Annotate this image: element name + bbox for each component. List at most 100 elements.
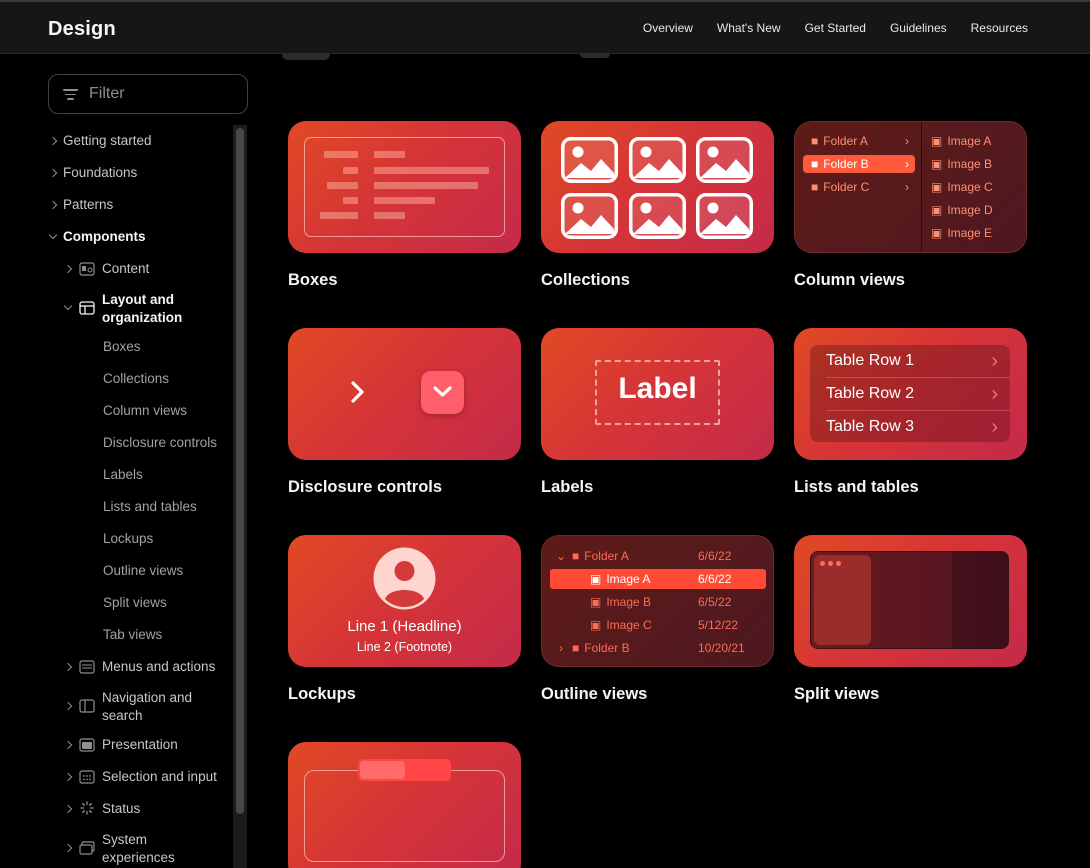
chevron-down-icon — [63, 301, 73, 311]
column-image-row: ▣ Image B — [931, 157, 993, 171]
sidebar-item-navigation-and-search[interactable]: Navigation and search — [102, 689, 192, 725]
nav-whats-new[interactable]: What's New — [717, 21, 781, 35]
chevron-right-icon — [48, 168, 58, 178]
chevron-down-icon — [48, 230, 58, 240]
card-labels[interactable]: Label — [541, 328, 774, 460]
sidebar-item-lists-and-tables[interactable]: Lists and tables — [103, 499, 197, 514]
nav-get-started[interactable]: Get Started — [805, 21, 866, 35]
card-split-views[interactable] — [794, 535, 1027, 667]
chevron-right-icon: › — [991, 382, 998, 405]
sidebar-item-layout-and-organization[interactable]: Layout and organization — [102, 291, 182, 327]
chevron-right-icon: › — [905, 180, 909, 194]
calendar-icon — [79, 770, 95, 784]
card-title-disclosure-controls[interactable]: Disclosure controls — [288, 478, 442, 497]
sidebar-item-content[interactable]: Content — [102, 261, 149, 276]
nav-overview[interactable]: Overview — [643, 21, 693, 35]
sidebar-item-lockups[interactable]: Lockups — [103, 531, 153, 546]
sidebar-item-column-views[interactable]: Column views — [103, 403, 187, 418]
card-boxes[interactable] — [288, 121, 521, 253]
column-folder-row-selected: ■ Folder B › — [803, 155, 915, 173]
nav-resources[interactable]: Resources — [971, 21, 1028, 35]
outline-row: ⌄ ■ Folder A 6/6/22 — [550, 546, 766, 566]
sidebar-item-disclosure-controls[interactable]: Disclosure controls — [103, 435, 217, 450]
card-lists-and-tables[interactable]: Table Row 1 › Table Row 2 › Table Row 3 › — [794, 328, 1027, 460]
sidebar-item-system-experiences[interactable]: System experiences — [102, 831, 175, 867]
spinner-icon — [80, 801, 94, 815]
chevron-right-icon — [63, 772, 73, 782]
menu-icon — [79, 660, 95, 674]
sidebar-item-patterns[interactable]: Patterns — [63, 197, 113, 212]
disclosure-button-illustration — [421, 371, 464, 414]
card-column-views[interactable]: ■ Folder A › ■ Folder B › ■ Folder C › ▣ Image … — [794, 121, 1027, 253]
sidebar-item-getting-started[interactable]: Getting started — [63, 133, 152, 148]
sidebar-item-foundations[interactable]: Foundations — [63, 165, 137, 180]
chevron-right-icon: › — [991, 349, 998, 372]
card-title-split-views[interactable]: Split views — [794, 685, 879, 704]
sidebar-item-label: Layout and — [102, 292, 175, 307]
card-title-lockups[interactable]: Lockups — [288, 685, 356, 704]
card-title-column-views[interactable]: Column views — [794, 271, 905, 290]
chevron-right-icon — [48, 136, 58, 146]
chevron-right-icon — [63, 701, 73, 711]
card-tab-views[interactable] — [288, 742, 521, 868]
image-icon: ▣ — [590, 618, 602, 632]
brand-title[interactable]: Design — [48, 18, 116, 41]
column-image-row: ▣ Image D — [931, 203, 993, 217]
outline-row-selected: ▣ Image A 6/6/22 — [550, 569, 766, 589]
chevron-right-icon — [63, 662, 73, 672]
card-title-boxes[interactable]: Boxes — [288, 271, 338, 290]
lockup-footnote: Line 2 (Footnote) — [356, 640, 453, 654]
card-disclosure-controls[interactable] — [288, 328, 521, 460]
chevron-right-icon: › — [559, 641, 563, 655]
filter-field[interactable] — [48, 74, 248, 114]
sidebar-item-menus-and-actions[interactable]: Menus and actions — [102, 659, 215, 674]
sidebar-item-presentation[interactable]: Presentation — [102, 737, 178, 752]
image-icon: ▣ — [931, 180, 943, 194]
chevron-right-icon — [63, 264, 73, 274]
sidebar-item-labels[interactable]: Labels — [103, 467, 143, 482]
sidebar-item-status[interactable]: Status — [102, 801, 140, 816]
sidebar-item-boxes[interactable]: Boxes — [103, 339, 141, 354]
heading-fragment — [282, 54, 330, 60]
tab-container-illustration — [304, 770, 505, 862]
sidebar-scrollbar-thumb[interactable] — [236, 128, 244, 814]
layout-icon — [79, 301, 95, 315]
table-row: Table Row 1 › — [826, 349, 998, 372]
heading-fragment — [580, 54, 610, 58]
global-header: Design Overview What's New Get Started G… — [0, 0, 1090, 54]
card-outline-views[interactable]: ⌄ ■ Folder A 6/6/22 ▣ Image A 6/6/22 ▣ Image B… — [541, 535, 774, 667]
nav-guidelines[interactable]: Guidelines — [890, 21, 947, 35]
card-title-collections[interactable]: Collections — [541, 271, 630, 290]
header-nav: Overview What's New Get Started Guidelin… — [643, 21, 1028, 35]
image-grid-illustration — [561, 137, 753, 239]
sidebar-item-outline-views[interactable]: Outline views — [103, 563, 183, 578]
card-title-outline-views[interactable]: Outline views — [541, 685, 647, 704]
image-icon: ▣ — [590, 595, 602, 609]
folder-icon: ■ — [811, 157, 819, 171]
card-lockups[interactable]: Line 1 (Headline) Line 2 (Footnote) — [288, 535, 521, 667]
chevron-right-icon: › — [991, 415, 998, 438]
outline-row: ▣ Image B 6/5/22 — [590, 595, 732, 609]
image-icon: ▣ — [931, 157, 943, 171]
sidebar-item-components[interactable]: Components — [63, 229, 146, 244]
image-icon: ▣ — [931, 134, 943, 148]
chevron-right-icon — [63, 843, 73, 853]
sidebar-item-label: System — [102, 832, 148, 847]
chevron-right-icon — [63, 804, 73, 814]
column-image-row: ▣ Image C — [931, 180, 993, 194]
sidebar-item-selection-and-input[interactable]: Selection and input — [102, 769, 217, 784]
card-collections[interactable] — [541, 121, 774, 253]
folder-icon: ■ — [811, 180, 819, 194]
filter-input[interactable] — [89, 84, 239, 104]
card-title-lists-and-tables[interactable]: Lists and tables — [794, 478, 919, 497]
sidebar-item-label: experiences — [102, 850, 175, 865]
sidebar-item-collections[interactable]: Collections — [103, 371, 169, 386]
filter-icon — [63, 89, 78, 100]
folder-icon: ■ — [811, 134, 819, 148]
chevron-down-icon — [433, 386, 452, 397]
sidebar-item-tab-views[interactable]: Tab views — [103, 627, 162, 642]
sidebar-item-split-views[interactable]: Split views — [103, 595, 167, 610]
column-image-row: ▣ Image A — [931, 134, 992, 148]
card-title-labels[interactable]: Labels — [541, 478, 593, 497]
sidebar-item-label: organization — [102, 310, 183, 325]
